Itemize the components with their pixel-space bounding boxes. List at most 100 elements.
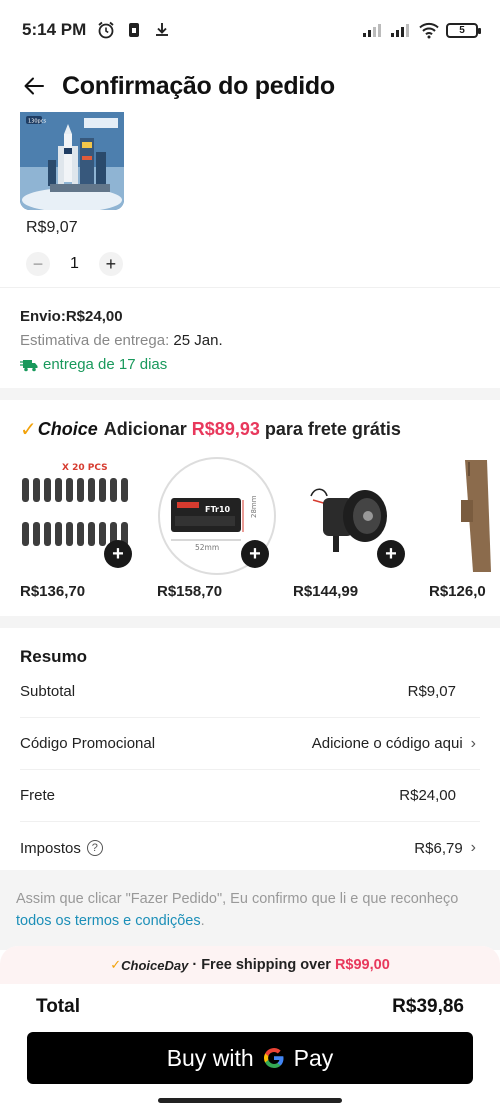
- recommended-item-price: R$144,99: [293, 583, 359, 600]
- total-label: Total: [36, 996, 80, 1017]
- plus-icon: +: [385, 542, 397, 565]
- decrease-quantity-button[interactable]: −: [26, 252, 50, 276]
- plus-icon: +: [112, 542, 124, 565]
- alarm-icon: [98, 21, 114, 39]
- summary-value: R$9,07: [407, 683, 456, 700]
- status-icons-right: 5: [362, 21, 481, 39]
- rocket-toy-picture: 130pcs: [20, 112, 124, 210]
- product-image[interactable]: 130pcs: [20, 112, 124, 210]
- summary-label: Subtotal: [20, 683, 76, 700]
- item-tag: FTr10: [205, 505, 231, 514]
- increase-quantity-button[interactable]: +: [98, 252, 123, 276]
- order-summary: Resumo Subtotal R$9,07 Código Promociona…: [0, 628, 500, 870]
- wifi-icon: [419, 22, 439, 39]
- choiceday-banner: ✓ ChoiceDay · Free shipping over R$99,00: [0, 946, 500, 984]
- status-time: 5:14 PM: [22, 20, 87, 39]
- quantity-stepper: − 1 +: [26, 252, 123, 276]
- buy-with-google-pay-button[interactable]: Buy with Pay: [27, 1032, 473, 1084]
- add-to-cart-button[interactable]: +: [104, 540, 132, 568]
- choice-header: ✓ Choice Adicionar R$89,93 para frete grá…: [20, 417, 401, 442]
- total-value: R$39,86: [392, 996, 464, 1017]
- chevron-right-icon: ›: [470, 839, 476, 856]
- download-icon: [156, 23, 169, 36]
- promo-text: · Free shipping over: [192, 957, 331, 973]
- battery-icon: 5: [446, 22, 481, 38]
- recommended-item-price: R$126,0: [429, 583, 486, 600]
- summary-value: Adicione o código aqui: [311, 735, 463, 752]
- plus-icon: +: [249, 542, 261, 565]
- delivery-estimate-date: 25 Jan.: [173, 332, 223, 349]
- summary-value: R$24,00: [399, 787, 456, 804]
- add-to-cart-button[interactable]: +: [241, 540, 269, 568]
- summary-row-promo-code[interactable]: Código Promocional Adicione o código aqu…: [20, 718, 480, 770]
- help-icon[interactable]: ?: [86, 840, 103, 856]
- summary-label: Frete: [20, 787, 56, 804]
- choice-text-before: Adicionar: [103, 419, 187, 439]
- shipping-section: Envio:R$24,00 Estimativa de entrega: 25 …: [0, 290, 500, 388]
- summary-row-subtotal: Subtotal R$9,07: [20, 666, 480, 718]
- item-dim-w: 52mm: [195, 543, 219, 552]
- battery-level: 5: [459, 24, 465, 36]
- shipping-price: Envio:R$24,00: [20, 308, 123, 325]
- total-row: Total R$39,86: [36, 996, 464, 1018]
- summary-value: R$6,79: [414, 839, 463, 857]
- section-divider: [0, 616, 500, 628]
- google-g-icon: [263, 1048, 284, 1068]
- promo-code-link[interactable]: Adicione o código aqui ›: [312, 735, 480, 753]
- choice-logo: ✓ Choice: [20, 417, 98, 442]
- delivery-estimate: Estimativa de entrega: 25 Jan.: [20, 332, 480, 349]
- check-icon: ✓: [110, 957, 122, 972]
- page-title: Confirmação do pedido: [62, 71, 335, 100]
- summary-title: Resumo: [20, 647, 88, 666]
- section-divider: [0, 388, 500, 400]
- signal-icon: [363, 24, 381, 37]
- summary-label: Código Promocional: [20, 735, 156, 752]
- cargo-pants-picture: [461, 460, 491, 572]
- sim-icon: [129, 23, 140, 37]
- checkout-bar: ✓ ChoiceDay · Free shipping over R$99,00 …: [0, 946, 500, 1111]
- summary-row-taxes[interactable]: Impostos ? R$6,79 ›: [20, 822, 480, 874]
- status-icons-left: [96, 20, 172, 40]
- item-tag: X 20 PCS: [62, 463, 108, 473]
- back-button[interactable]: [18, 70, 50, 102]
- quantity-value: 1: [70, 255, 79, 272]
- choice-text-after: para frete grátis: [264, 419, 401, 439]
- recommended-item-price: R$136,70: [20, 583, 86, 600]
- arrow-left-icon: [24, 77, 44, 95]
- terms-end: .: [200, 913, 205, 929]
- pay-brand: Pay: [293, 1044, 334, 1071]
- item-dim-h: 28mm: [250, 495, 258, 518]
- summary-row-shipping: Frete R$24,00: [20, 770, 480, 822]
- chevron-right-icon: ›: [470, 734, 476, 752]
- home-indicator[interactable]: [158, 1098, 342, 1103]
- terms-link[interactable]: todos os termos e condições: [16, 913, 201, 929]
- delivery-days-text: entrega de 17 dias: [43, 356, 168, 373]
- choice-amount: R$89,93: [191, 419, 260, 439]
- header: Confirmação do pedido: [0, 60, 500, 112]
- pay-text: Buy with: [166, 1044, 254, 1071]
- product-price: R$9,07: [26, 219, 78, 236]
- add-to-cart-button[interactable]: +: [377, 540, 405, 568]
- check-icon: ✓: [20, 419, 37, 441]
- taxes-value[interactable]: R$6,79 ›: [414, 839, 480, 857]
- status-bar: 5:14 PM 5: [0, 0, 500, 60]
- recommended-item[interactable]: +: [293, 456, 413, 580]
- product-section: 130pcs R$9,07 − 1 +: [0, 112, 500, 288]
- choice-free-shipping-section: ✓ Choice Adicionar R$89,93 para frete grá…: [0, 400, 500, 616]
- choiceday-logo: ✓ ChoiceDay: [110, 957, 188, 973]
- recommended-item[interactable]: X 20 PCS +: [20, 456, 140, 580]
- choice-logo-text: Choice: [37, 419, 98, 439]
- product-image-label: 130pcs: [28, 119, 46, 125]
- choiceday-logo-text: ChoiceDay: [121, 957, 189, 973]
- signal-icon: [391, 24, 409, 37]
- delivery-days: entrega de 17 dias: [20, 356, 480, 373]
- terms-notice: Assim que clicar "Fazer Pedido", Eu conf…: [0, 870, 500, 950]
- terms-text: Assim que clicar "Fazer Pedido", Eu conf…: [16, 891, 459, 907]
- summary-label: Impostos: [20, 839, 81, 857]
- recommended-item[interactable]: [429, 456, 500, 580]
- recommended-item-price: R$158,70: [157, 583, 223, 600]
- recommended-item[interactable]: FTr10 28mm 52mm +: [157, 456, 277, 580]
- promo-amount: R$99,00: [334, 957, 390, 973]
- delivery-truck-icon: [20, 359, 38, 371]
- delivery-estimate-label: Estimativa de entrega:: [20, 332, 174, 349]
